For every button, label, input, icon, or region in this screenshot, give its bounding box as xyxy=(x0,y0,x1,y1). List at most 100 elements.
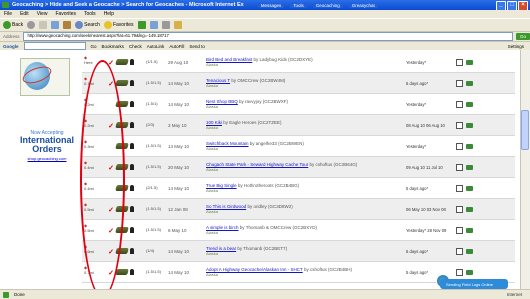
map-cell xyxy=(466,269,476,275)
map-icon[interactable] xyxy=(466,185,473,191)
person-icon xyxy=(130,269,134,275)
map-cell xyxy=(466,227,476,233)
cache-type-cell xyxy=(115,101,146,107)
map-icon[interactable] xyxy=(466,248,473,254)
notification-bubble[interactable]: Sending Field Logs Online xyxy=(440,279,508,289)
menu-favorites[interactable]: Favorites xyxy=(55,11,76,17)
select-checkbox[interactable] xyxy=(456,100,463,108)
map-icon[interactable] xyxy=(466,122,473,128)
title-link-3[interactable]: Geocaching xyxy=(312,2,343,8)
security-zone: Internet xyxy=(506,292,522,297)
select-checkbox-cell xyxy=(456,247,466,255)
google-bookmarks[interactable]: Bookmarks xyxy=(102,44,125,49)
cache-location: Alaska xyxy=(206,251,219,256)
map-icon[interactable] xyxy=(466,101,473,107)
map-icon[interactable] xyxy=(466,227,473,233)
map-cell xyxy=(466,59,476,65)
scrollbar-thumb[interactable] xyxy=(521,110,529,150)
refresh-icon[interactable] xyxy=(51,21,60,29)
media-icon[interactable] xyxy=(137,21,146,29)
cache-type-icon[interactable] xyxy=(115,80,129,86)
cache-location: Alaska xyxy=(206,125,219,130)
forward-arrow-icon xyxy=(27,21,36,29)
title-link-2[interactable]: Tools xyxy=(290,2,307,8)
address-input[interactable]: http://www.geocaching.com/seek/nearest.a… xyxy=(22,32,513,41)
map-icon[interactable] xyxy=(466,164,473,170)
google-send-to[interactable]: Send to xyxy=(189,44,205,49)
difficulty-terrain: (1.5/1.5) xyxy=(146,205,161,211)
select-checkbox[interactable] xyxy=(456,184,463,192)
placed-date: 14 May 10 xyxy=(168,101,190,107)
placed-date: 14 May 10 xyxy=(168,143,190,149)
mail-icon[interactable] xyxy=(149,21,158,29)
difficulty-terrain: (2/3) xyxy=(146,121,155,127)
person-icon xyxy=(130,122,134,128)
placed-date: 14 May 10 xyxy=(168,248,190,254)
select-checkbox-cell xyxy=(456,184,466,192)
select-checkbox[interactable] xyxy=(456,142,463,150)
maximize-button[interactable]: □ xyxy=(507,1,517,10)
go-button[interactable]: Go xyxy=(516,33,530,40)
menu-help[interactable]: Help xyxy=(104,11,114,17)
map-cell xyxy=(466,164,476,170)
toolbar: Back Search Favorites xyxy=(0,18,530,31)
cache-name-cell: True Big Single by Hothrotheroots (GC2B4… xyxy=(206,183,406,193)
back-button[interactable]: Back xyxy=(3,21,23,30)
google-search-input[interactable] xyxy=(23,42,86,50)
google-go[interactable]: Go xyxy=(91,44,97,49)
vertical-scrollbar[interactable] xyxy=(520,50,530,289)
cache-name-link[interactable]: Chugach State Park - Seward Highway Cach… xyxy=(206,162,308,167)
table-row: ◆ Here ✓ (1/1.5) 29 Aug 10 Bird Bed and B… xyxy=(82,52,515,73)
cache-name-cell: So This is Girdwood by oridley (GC3D8W2)… xyxy=(206,204,406,214)
folder-icon[interactable] xyxy=(173,21,182,29)
favorites-button[interactable]: Favorites xyxy=(103,21,134,30)
map-icon[interactable] xyxy=(466,269,473,275)
map-cell xyxy=(466,185,476,191)
menu-view[interactable]: View xyxy=(37,11,48,17)
select-checkbox[interactable] xyxy=(456,205,463,213)
menu-edit[interactable]: Edit xyxy=(20,11,29,17)
ad-link[interactable]: shop.geocaching.com xyxy=(20,156,74,161)
status-text: Done xyxy=(14,292,25,297)
select-checkbox[interactable] xyxy=(456,247,463,255)
search-button[interactable]: Search xyxy=(75,21,100,30)
cache-type-icon[interactable] xyxy=(115,59,129,65)
map-icon[interactable] xyxy=(466,206,473,212)
google-autofill[interactable]: AutoFill xyxy=(169,44,184,49)
last-found: 5 days ago* xyxy=(406,80,429,86)
person-icon xyxy=(130,101,134,107)
print-icon[interactable] xyxy=(161,21,170,29)
last-found: 5 days ago* xyxy=(406,248,429,254)
last-found: 09 Aug 10 11 Jul 10 xyxy=(406,164,443,170)
google-check[interactable]: Check xyxy=(129,44,142,49)
select-checkbox[interactable] xyxy=(456,268,463,276)
map-icon[interactable] xyxy=(466,143,473,149)
cache-owner: by Hothrotheroots (GC2B4BG) xyxy=(237,183,300,188)
cache-type-icon[interactable] xyxy=(115,269,129,275)
menu-tools[interactable]: Tools xyxy=(84,11,96,17)
select-checkbox[interactable] xyxy=(456,58,463,66)
select-checkbox[interactable] xyxy=(456,226,463,234)
title-link-1[interactable]: Messages xyxy=(257,2,285,8)
minimize-button[interactable]: _ xyxy=(496,1,506,10)
map-icon[interactable] xyxy=(466,80,473,86)
home-icon[interactable] xyxy=(63,21,72,29)
close-button[interactable]: × xyxy=(518,1,528,10)
select-checkbox[interactable] xyxy=(456,121,463,129)
placed-date: 12 Jan 08 xyxy=(168,206,188,212)
cache-name-link[interactable]: Adopt A Highway Geocache/Alaskan Inn - S… xyxy=(206,267,303,272)
forward-button[interactable] xyxy=(27,21,36,30)
google-settings[interactable]: Settings xyxy=(508,44,524,49)
menu-file[interactable]: File xyxy=(4,11,12,17)
stop-icon[interactable] xyxy=(39,21,48,29)
map-icon[interactable] xyxy=(466,59,473,65)
select-checkbox[interactable] xyxy=(456,79,463,87)
person-icon xyxy=(130,143,134,149)
table-row: ◆ 0.1mi ✓ (1.5/1.5) 14 May 10 Tenacious T… xyxy=(82,73,515,94)
placed-date: 14 May 10 xyxy=(168,269,190,275)
title-link-4[interactable]: Greasychat xyxy=(348,2,378,8)
table-row: ◆ 0.2mi (1.5/1) 14 May 10 Nest Shop BBQ b… xyxy=(82,94,515,115)
table-row: ◆ 0.5mi ✓ (1.5/1.5) 6 May 10 A simple is … xyxy=(82,220,515,241)
google-autolink[interactable]: AutoLink xyxy=(147,44,165,49)
select-checkbox[interactable] xyxy=(456,163,463,171)
